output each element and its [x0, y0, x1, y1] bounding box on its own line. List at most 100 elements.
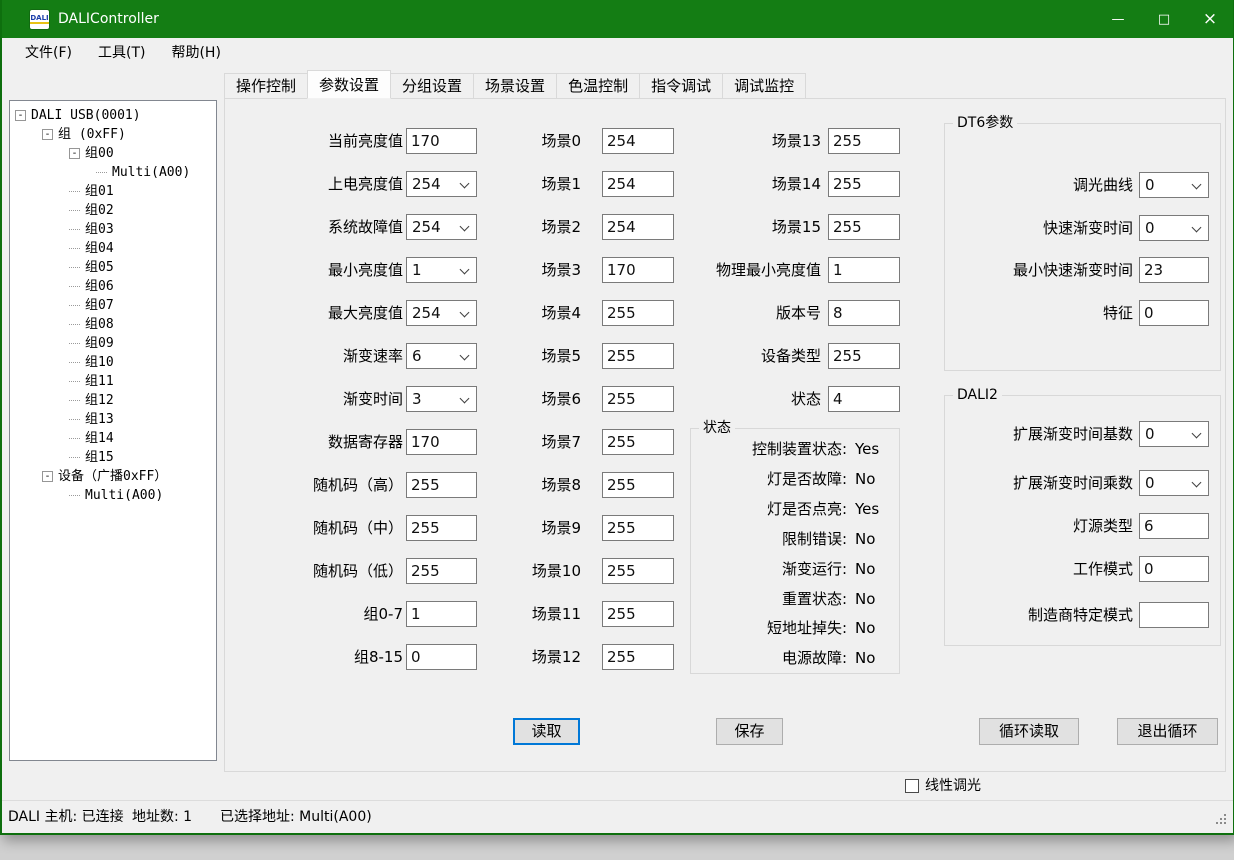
param-col1-select[interactable]: 6 [406, 343, 477, 369]
param-col1-input[interactable] [406, 515, 477, 541]
tree-item[interactable]: 组09 [10, 334, 216, 353]
close-button[interactable]: × [1187, 0, 1233, 38]
tree-item[interactable]: 组08 [10, 315, 216, 334]
tab-3[interactable]: 场景设置 [473, 73, 557, 99]
tree-item-label: 组09 [85, 334, 114, 353]
resize-grip-icon[interactable] [1216, 814, 1228, 826]
tree-item[interactable]: -设备（广播0xFF） [10, 467, 216, 486]
tree-connector-icon [69, 248, 80, 249]
param-col2-input[interactable] [602, 472, 674, 498]
param-col3-input[interactable] [828, 171, 900, 197]
param-col1-label: 渐变速率 [233, 343, 403, 369]
param-col3-input[interactable] [828, 386, 900, 412]
param-col2-input[interactable] [602, 644, 674, 670]
param-col2-input[interactable] [602, 601, 674, 627]
dali2-input[interactable] [1139, 513, 1209, 539]
minimize-button[interactable]: — [1095, 0, 1141, 38]
menu-item-1[interactable]: 工具(T) [85, 38, 158, 68]
tree-item[interactable]: 组06 [10, 277, 216, 296]
status-row-value: Yes [855, 498, 879, 520]
tree-expander-icon[interactable]: - [69, 148, 80, 159]
param-col1-input[interactable] [406, 128, 477, 154]
param-col1-input[interactable] [406, 558, 477, 584]
param-col1-select[interactable]: 1 [406, 257, 477, 283]
tree-item-label: 组08 [85, 315, 114, 334]
dali2-label: 扩展渐变时间基数 [949, 421, 1133, 447]
tree-item[interactable]: 组13 [10, 410, 216, 429]
app-icon-text: DALI [30, 14, 48, 24]
dt6-select[interactable]: 0 [1139, 215, 1209, 241]
param-col1-select-value: 254 [412, 172, 441, 196]
tree-connector-icon [69, 305, 80, 306]
tree-expander-icon[interactable]: - [15, 110, 26, 121]
param-col1-label: 当前亮度值 [233, 128, 403, 154]
param-col2-input[interactable] [602, 558, 674, 584]
dt6-select[interactable]: 0 [1139, 172, 1209, 198]
maximize-button[interactable]: □ [1141, 0, 1187, 38]
menu-item-0[interactable]: 文件(F) [12, 38, 85, 68]
tree-item[interactable]: 组02 [10, 201, 216, 220]
param-col1-input[interactable] [406, 429, 477, 455]
param-col1-input[interactable] [406, 644, 477, 670]
tab-6[interactable]: 调试监控 [722, 73, 806, 99]
dali2-input[interactable] [1139, 602, 1209, 628]
param-col1-select-value: 3 [412, 387, 422, 411]
loop-read-button[interactable]: 循环读取 [979, 718, 1079, 745]
param-col3-label: 场景13 [591, 128, 821, 154]
tree-item[interactable]: 组10 [10, 353, 216, 372]
tree-expander-icon[interactable]: - [42, 129, 53, 140]
param-col1-select[interactable]: 254 [406, 171, 477, 197]
dt6-label: 调光曲线 [949, 172, 1133, 198]
param-col1-select[interactable]: 254 [406, 214, 477, 240]
param-col1-input[interactable] [406, 472, 477, 498]
tree-connector-icon [69, 457, 80, 458]
device-tree[interactable]: -DALI USB(0001)-组 (0xFF)-组00Multi(A00)组0… [9, 100, 217, 761]
param-col2-input[interactable] [602, 429, 674, 455]
read-button[interactable]: 读取 [513, 718, 580, 745]
linear-dimming-checkbox[interactable] [905, 779, 919, 793]
tab-1[interactable]: 参数设置 [307, 70, 391, 99]
tree-item[interactable]: -组00 [10, 144, 216, 163]
dali2-label: 扩展渐变时间乘数 [949, 470, 1133, 496]
tree-item[interactable]: -组 (0xFF) [10, 125, 216, 144]
param-col2-input[interactable] [602, 515, 674, 541]
param-col3-input[interactable] [828, 343, 900, 369]
save-button[interactable]: 保存 [716, 718, 783, 745]
tab-0[interactable]: 操作控制 [224, 73, 308, 99]
param-col3-input[interactable] [828, 128, 900, 154]
dali2-select[interactable]: 0 [1139, 421, 1209, 447]
tree-item[interactable]: -DALI USB(0001) [10, 106, 216, 125]
tree-item[interactable]: 组07 [10, 296, 216, 315]
tree-item[interactable]: 组04 [10, 239, 216, 258]
tree-item[interactable]: 组11 [10, 372, 216, 391]
status-groupbox: 状态 控制装置状态:Yes灯是否故障:No灯是否点亮:Yes限制错误:No渐变运… [690, 428, 900, 674]
tree-item[interactable]: Multi(A00) [10, 486, 216, 505]
tab-5[interactable]: 指令调试 [639, 73, 723, 99]
dt6-label: 最小快速渐变时间 [949, 257, 1133, 283]
menu-item-2[interactable]: 帮助(H) [158, 38, 233, 68]
tree-item[interactable]: 组15 [10, 448, 216, 467]
dali2-input[interactable] [1139, 556, 1209, 582]
tree-item[interactable]: 组01 [10, 182, 216, 201]
param-col3-label: 物理最小亮度值 [591, 257, 821, 283]
tab-2[interactable]: 分组设置 [390, 73, 474, 99]
tree-expander-icon[interactable]: - [42, 471, 53, 482]
tree-item[interactable]: 组14 [10, 429, 216, 448]
tree-item[interactable]: 组03 [10, 220, 216, 239]
param-col3-input[interactable] [828, 257, 900, 283]
tree-item[interactable]: 组05 [10, 258, 216, 277]
tab-4[interactable]: 色温控制 [556, 73, 640, 99]
param-col1-select[interactable]: 3 [406, 386, 477, 412]
param-col1-input[interactable] [406, 601, 477, 627]
status-row-label: 限制错误: [693, 528, 847, 550]
param-col3-input[interactable] [828, 300, 900, 326]
dt6-input[interactable] [1139, 257, 1209, 283]
tree-item[interactable]: Multi(A00) [10, 163, 216, 182]
exit-loop-button[interactable]: 退出循环 [1117, 718, 1218, 745]
param-col3-input[interactable] [828, 214, 900, 240]
param-col1-select[interactable]: 254 [406, 300, 477, 326]
dt6-input[interactable] [1139, 300, 1209, 326]
tree-item[interactable]: 组12 [10, 391, 216, 410]
dali2-select[interactable]: 0 [1139, 470, 1209, 496]
dt6-label: 快速渐变时间 [949, 215, 1133, 241]
